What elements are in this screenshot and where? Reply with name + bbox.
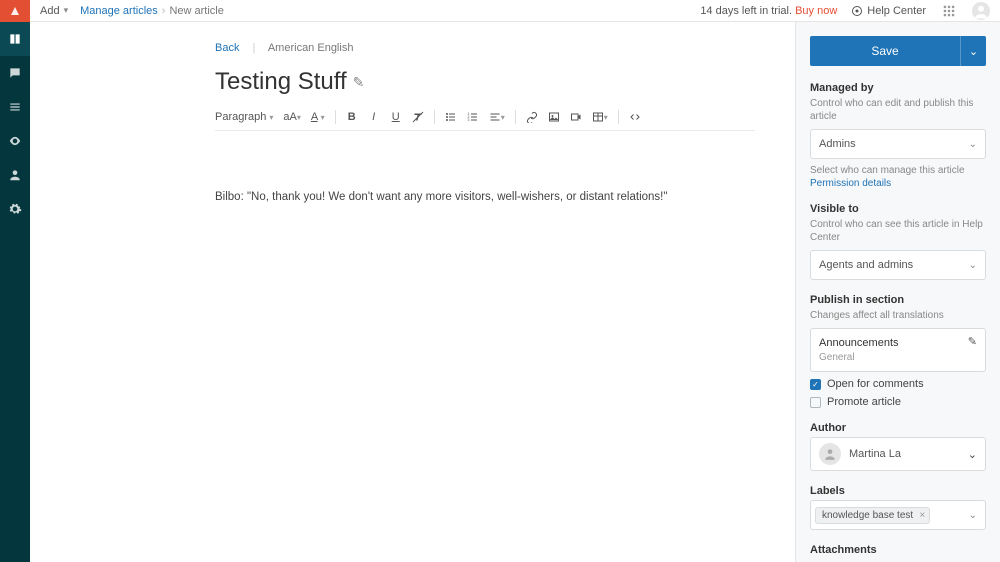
visible-to-select[interactable]: Agents and admins ⌄ [810, 250, 986, 280]
attachments-title: Attachments [810, 544, 986, 556]
managed-by-title: Managed by [810, 82, 986, 94]
visible-to-title: Visible to [810, 203, 986, 215]
underline-button[interactable]: U [390, 111, 402, 123]
permission-details-link[interactable]: Permission details [810, 178, 986, 189]
article-body[interactable]: Bilbo: "No, thank you! We don't want any… [215, 191, 755, 203]
back-link[interactable]: Back [215, 42, 239, 54]
breadcrumb-separator: › [162, 5, 166, 17]
nav-articles-icon[interactable] [0, 22, 30, 56]
apps-icon[interactable] [940, 2, 958, 20]
chevron-down-icon: ▾ [64, 5, 69, 16]
chevron-down-icon: ⌄ [969, 139, 977, 150]
align-button[interactable]: ▾ [489, 111, 505, 123]
nav-moderate-icon[interactable] [0, 124, 30, 158]
article-title[interactable]: Testing Stuff [215, 68, 347, 96]
open-comments-checkbox[interactable]: ✓ Open for comments [810, 378, 986, 390]
text-color-button[interactable]: A ▾ [311, 111, 325, 123]
link-button[interactable] [526, 111, 538, 123]
breadcrumb-current: New article [169, 5, 223, 17]
editor-toolbar: Paragraph▾ aA▾ A ▾ B I U 123 ▾ [215, 110, 755, 131]
table-button[interactable]: ▾ [592, 111, 608, 123]
chevron-down-icon: ⌄ [969, 260, 977, 271]
chevron-down-icon: ⌄ [969, 510, 977, 521]
editor-area: Back | American English Testing Stuff ✎ … [30, 22, 795, 562]
add-button[interactable]: Add ▾ [40, 5, 68, 17]
buy-now-link[interactable]: Buy now [795, 5, 837, 17]
trial-notice: 14 days left in trial. Buy now [700, 5, 837, 17]
brand-logo[interactable] [0, 0, 30, 22]
pencil-icon: ✎ [968, 335, 977, 348]
code-button[interactable] [629, 111, 641, 123]
save-dropdown-button[interactable]: ⌄ [960, 36, 986, 66]
checkbox-checked-icon: ✓ [810, 379, 821, 390]
bullet-list-button[interactable] [445, 111, 457, 123]
remove-tag-icon[interactable]: × [919, 510, 925, 521]
labels-title: Labels [810, 485, 986, 497]
right-sidebar: Save ⌄ Managed by Control who can edit a… [795, 22, 1000, 562]
number-list-button[interactable]: 123 [467, 111, 479, 123]
label-tag: knowledge base test × [815, 507, 930, 524]
left-nav-rail [0, 0, 30, 562]
image-button[interactable] [548, 111, 560, 123]
font-size-button[interactable]: aA▾ [283, 111, 300, 123]
publish-title: Publish in section [810, 294, 986, 306]
managed-by-sub: Control who can edit and publish this ar… [810, 97, 986, 123]
labels-input[interactable]: knowledge base test × ⌄ [810, 500, 986, 530]
author-select[interactable]: Martina La ⌄ [810, 437, 986, 471]
user-avatar[interactable] [972, 2, 990, 20]
managed-by-select[interactable]: Admins ⌄ [810, 129, 986, 159]
nav-users-icon[interactable] [0, 158, 30, 192]
clear-format-button[interactable] [412, 111, 424, 123]
bold-button[interactable]: B [346, 111, 358, 123]
managed-by-hint: Select who can manage this article [810, 165, 965, 176]
publish-sub: Changes affect all translations [810, 309, 986, 322]
add-label: Add [40, 5, 60, 17]
save-button[interactable]: Save [810, 36, 960, 66]
edit-title-icon[interactable]: ✎ [353, 74, 365, 91]
video-button[interactable] [570, 111, 582, 123]
locale-label[interactable]: American English [268, 42, 354, 54]
publish-section-select[interactable]: Announcements General ✎ [810, 328, 986, 372]
breadcrumb-manage-articles[interactable]: Manage articles [80, 5, 158, 17]
format-paragraph-select[interactable]: Paragraph▾ [215, 111, 273, 123]
top-bar: Add ▾ Manage articles › New article 14 d… [30, 0, 1000, 22]
checkbox-unchecked-icon [810, 397, 821, 408]
nav-posts-icon[interactable] [0, 56, 30, 90]
author-title: Author [810, 422, 986, 434]
avatar-icon [819, 443, 841, 465]
italic-button[interactable]: I [368, 111, 380, 123]
chevron-down-icon: ⌄ [968, 448, 977, 461]
promote-article-checkbox[interactable]: Promote article [810, 396, 986, 408]
visible-to-sub: Control who can see this article in Help… [810, 218, 986, 244]
nav-arrange-icon[interactable] [0, 90, 30, 124]
svg-text:3: 3 [467, 118, 469, 122]
nav-settings-icon[interactable] [0, 192, 30, 226]
help-center-link[interactable]: Help Center [851, 5, 926, 17]
